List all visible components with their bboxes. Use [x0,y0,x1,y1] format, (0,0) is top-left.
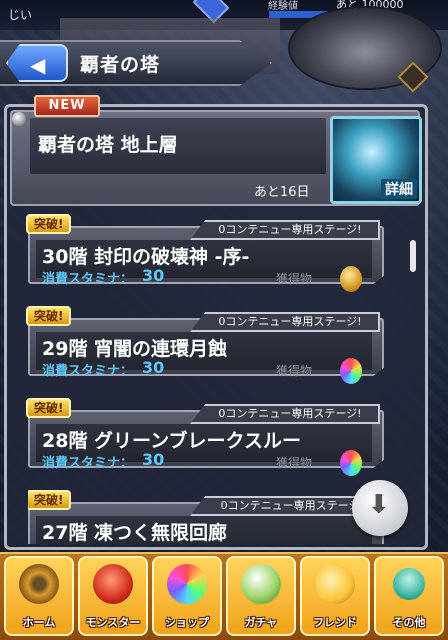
page-title: 覇者の塔 [80,54,161,76]
stage-title: 27階 凍つく無限回廊 [42,522,228,544]
nav-gacha[interactable]: ガチャ [226,556,296,636]
pin-icon [12,112,26,126]
stamina-value: 30 [142,358,165,377]
shop-orb-icon [167,564,207,604]
stage-title: 30階 封印の破壊神 -序- [42,246,250,268]
stage-row-28[interactable]: 突破! 0コンテニュー専用ステージ! 28階 グリーンブレークスルー 消費スタミ… [26,398,384,476]
nav-home[interactable]: ホーム [4,556,74,636]
stage-title: 29階 宵闇の連環月蝕 [42,338,228,360]
home-icon [19,564,59,604]
reward-label: 獲得物 [276,456,313,470]
other-icon [386,561,432,607]
breakthrough-badge: 突破! [26,306,72,326]
stage-row-29[interactable]: 突破! 0コンテニュー専用ステージ! 29階 宵闇の連環月蝕 消費スタミナ： 3… [26,306,384,384]
nav-label: モンスター [85,616,141,629]
monster-icon [93,564,133,604]
scrollbar[interactable] [410,240,416,272]
back-arrow-icon: ◀ [30,53,46,77]
nav-label: ショップ [165,616,209,629]
detail-button[interactable]: 詳細 [330,116,422,204]
nav-label: その他 [392,616,426,629]
rainbow-orb-icon [340,358,362,384]
stage-title: 28階 グリーンブレークスルー [42,430,301,452]
player-name: じい [8,8,33,22]
gacha-egg-icon [241,564,281,604]
new-badge: NEW [34,95,100,117]
stamina-label: 消費スタミナ： [42,456,134,471]
stage-row-30[interactable]: 突破! 0コンテニュー専用ステージ! 30階 封印の破壊神 -序- 消費スタミナ… [26,214,384,292]
gold-egg-icon [340,266,362,292]
breakthrough-badge: 突破! [26,214,72,234]
reward-label: 獲得物 [276,364,313,378]
nav-shop[interactable]: ショップ [152,556,222,636]
nav-label: ホーム [22,616,56,629]
detail-label: 詳細 [381,179,417,199]
days-left: あと16日 [254,185,310,200]
stamina-value: 30 [142,266,165,285]
download-arrow-icon: ⬇ [368,490,390,520]
nav-friend[interactable]: フレンド [300,556,370,636]
breakthrough-badge: 突破! [28,490,72,510]
stamina-value: 30 [142,450,165,469]
nav-other[interactable]: その他 [374,556,444,636]
nav-label: ガチャ [244,616,278,629]
friend-icon [315,564,355,604]
nav-monster[interactable]: モンスター [78,556,148,636]
quest-title: 覇者の塔 地上層 [38,134,178,156]
download-button[interactable]: ⬇ [352,480,408,536]
continue-tag: 0コンテニュー専用ステージ! [190,404,380,424]
continue-tag: 0コンテニュー専用ステージ! [190,220,380,240]
reward-label: 獲得物 [276,272,313,286]
breakthrough-badge: 突破! [26,398,72,418]
stamina-label: 消費スタミナ： [42,364,134,379]
rainbow-orb-icon [340,450,362,476]
stage-row-27[interactable]: 突破! 0コンテニュー専用ステージ 27階 凍つく無限回廊 [28,490,384,544]
continue-tag: 0コンテニュー専用ステージ! [190,312,380,332]
nav-label: フレンド [313,616,357,629]
stamina-label: 消費スタミナ： [42,272,134,287]
